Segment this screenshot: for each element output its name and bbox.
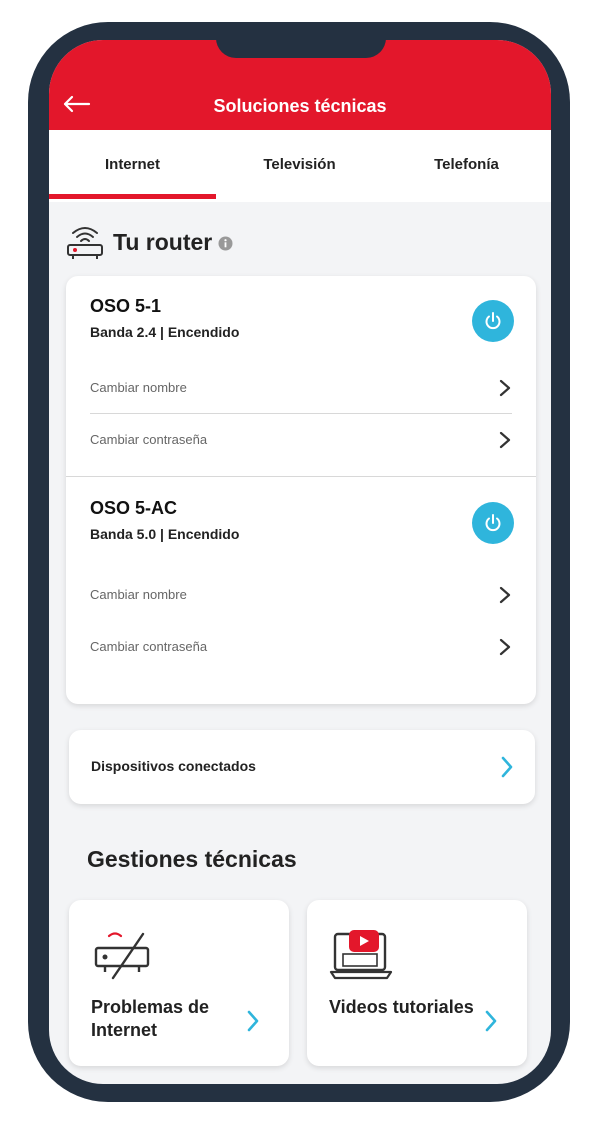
video-tutorial-icon (329, 930, 393, 980)
router-section-title: Tu router (113, 228, 213, 255)
change-password-label: Cambiar contraseña (90, 432, 208, 447)
power-icon (485, 514, 501, 532)
change-password-row[interactable]: Cambiar contraseña (90, 418, 512, 462)
network-status: Banda 5.0 | Encendido (90, 526, 240, 542)
tab-internet[interactable]: Internet (49, 130, 216, 202)
router-wifi-icon (67, 227, 103, 259)
router-off-icon (94, 932, 150, 980)
tab-telefonia[interactable]: Telefonía (383, 130, 550, 202)
chevron-right-icon (499, 586, 511, 604)
change-name-label: Cambiar nombre (90, 587, 187, 602)
tab-bar: Internet Televisión Telefonía (49, 130, 551, 202)
power-button[interactable] (472, 502, 514, 544)
network-name: OSO 5-1 (90, 296, 162, 316)
video-tutorials-label: Videos tutoriales (329, 997, 474, 1017)
network-status: Banda 2.4 | Encendido (90, 324, 240, 340)
power-icon (485, 312, 501, 330)
chevron-right-icon (499, 431, 511, 449)
internet-problems-tile[interactable]: Problemas de Internet (69, 900, 289, 1066)
router-networks-card: OSO 5-1 Banda 2.4 | Encendido Cambiar no… (66, 276, 536, 704)
video-tutorials-tile[interactable]: Videos tutoriales (307, 900, 527, 1066)
chevron-right-icon (485, 1010, 497, 1032)
change-name-label: Cambiar nombre (90, 380, 187, 395)
connected-devices-card[interactable]: Dispositivos conectados (69, 730, 535, 804)
chevron-right-icon (499, 379, 511, 397)
app-screen: Soluciones técnicas Internet Televisión … (49, 40, 551, 1084)
tab-television[interactable]: Televisión (216, 130, 383, 202)
connected-devices-label: Dispositivos conectados (91, 758, 256, 774)
internet-problems-label: Problemas de Internet (91, 997, 210, 1040)
chevron-right-icon (247, 1010, 259, 1032)
router-section-header: Tu router (65, 220, 233, 264)
chevron-right-icon (501, 756, 513, 778)
chevron-right-icon (499, 638, 511, 656)
section-divider (66, 476, 536, 477)
change-name-row[interactable]: Cambiar nombre (90, 573, 512, 617)
phone-notch (216, 22, 386, 58)
network-name: OSO 5-AC (90, 498, 178, 518)
divider (90, 413, 512, 414)
page-title: Soluciones técnicas (213, 96, 387, 116)
change-password-label: Cambiar contraseña (90, 639, 208, 654)
active-tab-indicator (49, 194, 216, 199)
info-icon[interactable] (218, 236, 233, 251)
gestiones-title: Gestiones técnicas (87, 846, 297, 872)
power-button[interactable] (472, 300, 514, 342)
change-password-row[interactable]: Cambiar contraseña (90, 625, 512, 669)
change-name-row[interactable]: Cambiar nombre (90, 366, 512, 410)
